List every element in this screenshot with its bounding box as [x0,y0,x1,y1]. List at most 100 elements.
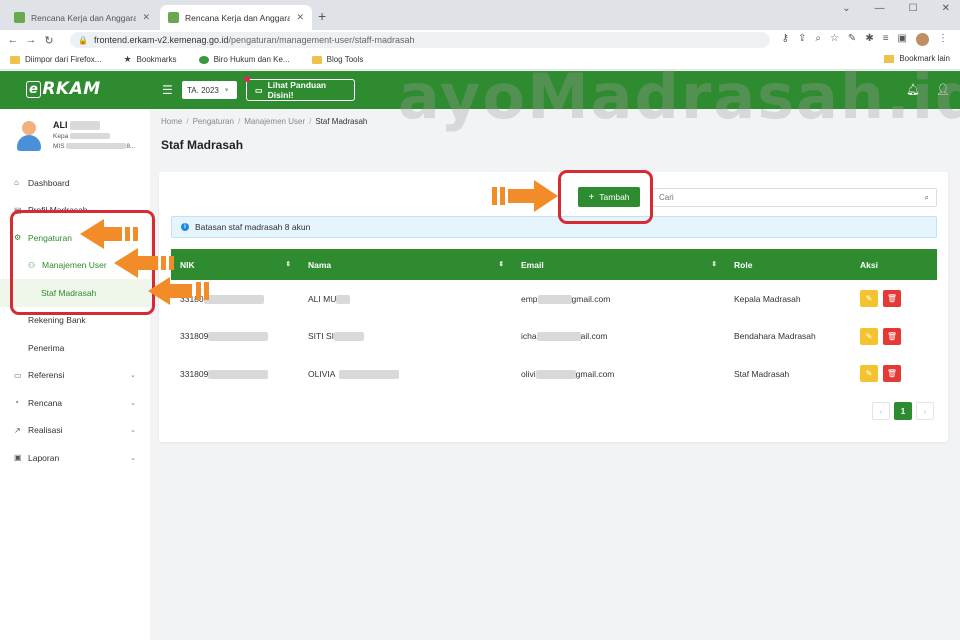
sidepanel-icon[interactable]: ▣ [898,33,907,46]
browser-toolbar: ← → ↻ 🔒 frontend.erkam-v2.kemenag.go.id /… [0,30,960,50]
edit-button[interactable]: ✎ [860,327,878,345]
profile-avatar[interactable] [916,33,929,46]
edit-button[interactable]: ✎ [860,365,878,383]
column-header-email[interactable]: Email ⇕ [512,249,725,280]
sort-icon[interactable]: ⇕ [499,260,504,268]
breadcrumb-home[interactable]: Home [161,117,182,126]
search-icon[interactable]: ⌕ [925,193,929,203]
extension-icon[interactable]: ✎ [848,33,856,46]
search-field[interactable]: ⌕ [652,188,937,207]
window-controls: ⌄ — ☐ ✕ [842,3,950,14]
list-icon[interactable]: ≡ [883,33,889,46]
cell-email: emp gmail.com [521,293,611,304]
sidebar-nav: ⌂ Dashboard ▤ Profil Madrasah ⚙ Pengatur… [0,169,150,472]
reload-icon[interactable]: ↻ [40,34,58,47]
tab-title: Rencana Kerja dan Anggaran M [31,12,137,23]
sidebar-item-rencana[interactable]: ◔ Rencana ⌄ [0,389,150,417]
sidebar-item-pengaturan[interactable]: ⚙ Pengaturan [0,224,150,252]
search-input[interactable] [659,193,925,202]
bookmark-item[interactable]: Biro Hukum dan Ke... [198,55,290,64]
sidebar-item-profil-madrasah[interactable]: ▤ Profil Madrasah [0,197,150,225]
key-icon[interactable]: ⚷ [782,33,789,46]
sidebar-item-label: Rekening Bank [28,315,86,326]
maximize-icon[interactable]: ☐ [909,3,918,14]
year-select[interactable]: TA. 2023 ▾ [182,81,237,99]
zoom-icon[interactable]: ⌕ [815,33,821,46]
minimize-icon[interactable]: — [875,3,885,14]
folder-icon [311,55,322,64]
column-header-nama[interactable]: Nama ⇕ [299,249,512,280]
sort-icon[interactable]: ⇕ [712,260,717,268]
sidebar-item-rekening-bank[interactable]: Rekening Bank [0,307,150,335]
sidebar-item-laporan[interactable]: ▣ Laporan ⌄ [0,444,150,472]
sidebar-item-staf-madrasah[interactable]: Staf Madrasah [0,279,150,307]
star-icon[interactable]: ☆ [830,33,839,46]
pie-icon: ◔ [14,398,19,408]
bell-icon[interactable]: 🔔︎ [906,83,920,96]
add-button-label: Tambah [599,192,630,202]
bookmark-item[interactable]: ★ Bookmarks [123,54,176,65]
breadcrumb-pengaturan[interactable]: Pengaturan [193,117,234,126]
other-bookmarks[interactable]: Bookmark lain [884,54,950,63]
pencil-icon: ✎ [865,294,873,304]
back-icon[interactable]: ← [4,34,22,46]
browser-tab[interactable]: Rencana Kerja dan Anggaran M ✕ [6,5,158,30]
user-details: Kepa MIS 8... [53,132,135,152]
bookmark-label: Blog Tools [326,55,364,64]
new-tab-icon[interactable]: + [318,8,326,24]
trash-icon: 🗑︎ [886,369,898,379]
share-icon[interactable]: ⇪ [798,33,806,46]
user-school-tail: 8... [126,143,136,150]
breadcrumb-manajemen-user[interactable]: Manajemen User [244,117,305,126]
bookmark-item[interactable]: Blog Tools [311,55,364,64]
guide-button-label: Lihat Panduan Disini! [267,80,327,100]
trend-icon: ↗ [14,425,21,435]
guide-button[interactable]: ▭ Lihat Panduan Disini! [244,76,355,101]
close-tab-icon[interactable]: ✕ [296,12,304,23]
notification-dot [244,76,250,82]
delete-button[interactable]: 🗑︎ [883,290,901,308]
home-icon: ⌂ [14,178,19,188]
page-button[interactable]: 1 [894,402,912,420]
cell-nik: 33180 [171,280,299,318]
next-page-button[interactable]: › [916,402,934,420]
sidebar-item-dashboard[interactable]: ⌂ Dashboard [0,169,150,197]
sidebar-item-referensi[interactable]: ▭ Referensi ⌄ [0,362,150,390]
user-icon[interactable]: 👤︎ [936,83,950,96]
delete-button[interactable]: 🗑︎ [883,365,901,383]
menu-toggle-icon[interactable]: ☰ [162,83,173,97]
sidebar-item-realisasi[interactable]: ↗ Realisasi ⌄ [0,417,150,445]
close-window-icon[interactable]: ✕ [942,3,950,14]
user-name: ALI [53,120,101,131]
cell-aksi: ✎ 🗑︎ [851,280,937,318]
table-row: 33180 ALI MU emp gmail.com Kepala Madrasa… [171,280,937,318]
users-icon: ⚇ [28,260,36,270]
chevron-down-icon[interactable]: ⌄ [842,3,850,14]
site-favicon-icon [168,12,179,23]
sidebar-item-penerima[interactable]: Penerima [0,334,150,362]
sort-icon[interactable]: ⇕ [286,260,291,268]
chevron-down-icon: ⌄ [130,372,136,380]
close-tab-icon[interactable]: ✕ [142,12,150,23]
add-button[interactable]: + Tambah [578,187,640,207]
table-row: 331809 SITI SI icha ail.com Bendahara Mad… [171,318,937,356]
browser-tab-active[interactable]: Rencana Kerja dan Anggaran M ✕ [160,5,312,30]
address-bar[interactable]: 🔒 frontend.erkam-v2.kemenag.go.id/pengat… [70,32,770,48]
puzzle-icon[interactable]: ✱ [865,33,873,46]
edit-button[interactable]: ✎ [860,290,878,308]
app-logo[interactable]: e RKAM [26,79,101,99]
column-header-nik[interactable]: NIK ⇕ [171,249,299,280]
document-icon: ▤ [14,205,22,215]
cell-nama: SITI SI [299,318,512,356]
menu-icon[interactable]: ⋮ [938,33,948,46]
cell-nama: ALI MU [299,280,512,318]
site-icon [198,55,209,64]
app-header: e RKAM ☰ TA. 2023 ▾ ▭ Lihat Panduan Disin… [0,71,960,109]
bookmark-item[interactable]: Diimpor dari Firefox... [10,55,101,64]
prev-page-button[interactable]: ‹ [872,402,890,420]
delete-button[interactable]: 🗑︎ [883,327,901,345]
page-title: Staf Madrasah [161,138,244,152]
forward-icon[interactable]: → [22,34,40,46]
sidebar-item-manajemen-user[interactable]: ⚇ Manajemen User [0,252,150,280]
user-profile: ALI Kepa MIS 8... [16,119,146,159]
